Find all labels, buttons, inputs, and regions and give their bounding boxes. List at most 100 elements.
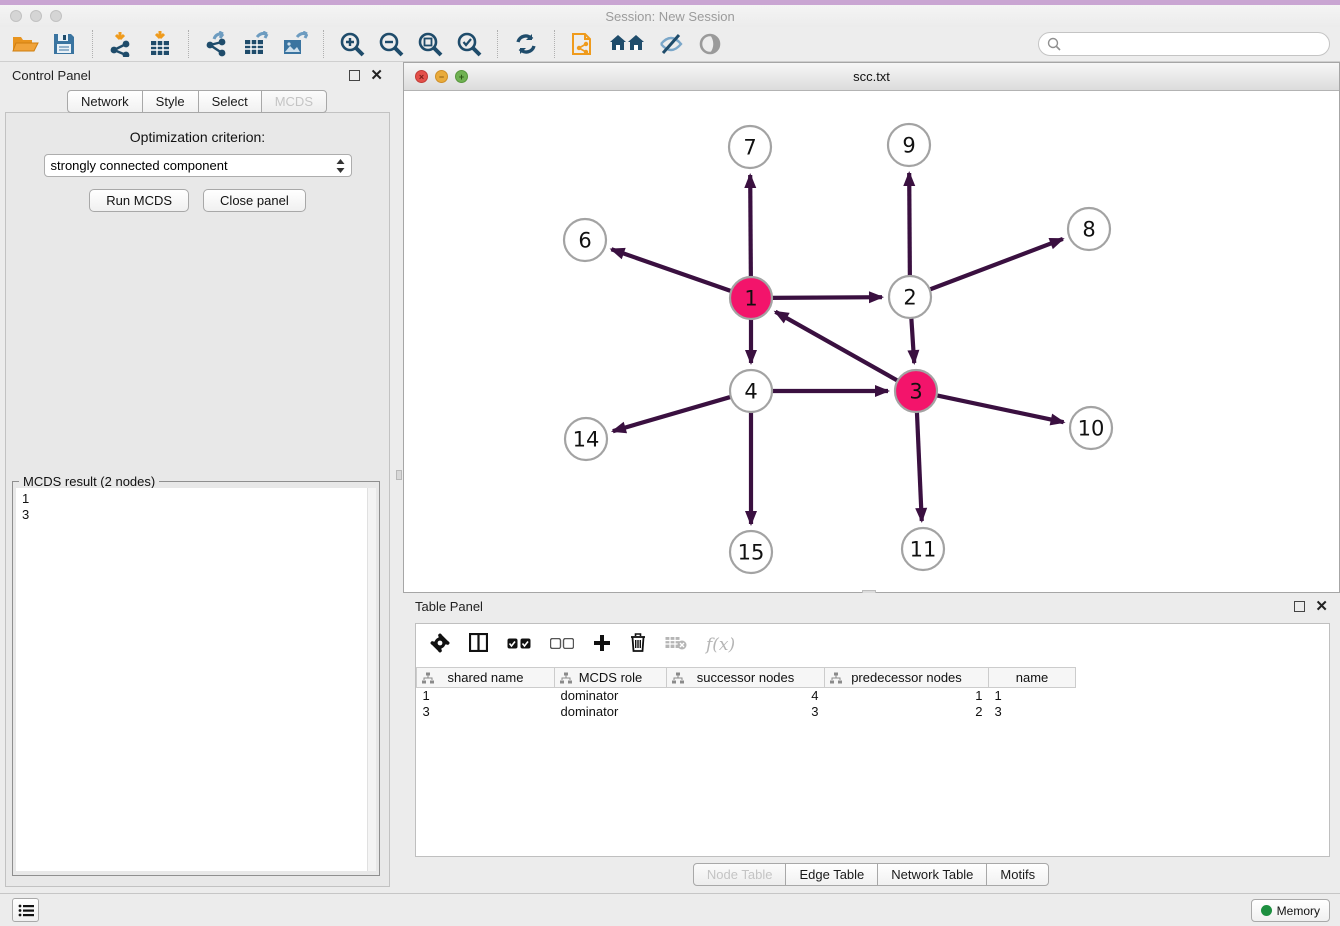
edge-2-9[interactable] <box>909 173 910 278</box>
table-cell[interactable]: 3 <box>417 704 555 720</box>
network-view-titlebar[interactable]: × − + scc.txt <box>404 63 1339 91</box>
run-mcds-button[interactable]: Run MCDS <box>89 189 189 212</box>
close-window-button[interactable] <box>10 10 22 22</box>
add-row-icon[interactable] <box>593 634 611 657</box>
new-network-from-selection-icon[interactable] <box>568 29 598 59</box>
network-canvas[interactable]: 7968124314101511 <box>404 91 1339 592</box>
zoom-out-icon[interactable] <box>376 29 406 59</box>
zoom-in-icon[interactable] <box>337 29 367 59</box>
delete-table-icon[interactable] <box>665 636 687 655</box>
tab-network-table[interactable]: Network Table <box>877 863 987 886</box>
column-header-successor-nodes[interactable]: successor nodes <box>667 668 825 688</box>
memory-button[interactable]: Memory <box>1251 899 1330 922</box>
float-table-panel-icon[interactable] <box>1294 601 1305 612</box>
import-table-icon[interactable] <box>145 29 175 59</box>
first-neighbors-icon[interactable] <box>607 29 647 59</box>
table-cell[interactable]: 1 <box>825 688 989 704</box>
edge-1-2[interactable] <box>770 297 882 298</box>
minimize-window-button[interactable] <box>30 10 42 22</box>
show-all-icon[interactable] <box>695 29 725 59</box>
hide-selected-icon[interactable] <box>656 29 686 59</box>
column-header-MCDS-role[interactable]: MCDS role <box>555 668 667 688</box>
save-session-icon[interactable] <box>49 29 79 59</box>
edge-3-11[interactable] <box>917 410 922 521</box>
float-panel-icon[interactable] <box>349 70 360 81</box>
function-builder-icon[interactable]: f(x) <box>706 635 735 655</box>
mcds-result-text[interactable]: 1 3 <box>16 488 376 871</box>
table-cell[interactable]: dominator <box>555 688 667 704</box>
settings-icon[interactable] <box>430 633 450 658</box>
zoom-selected-icon[interactable] <box>454 29 484 59</box>
table-cell[interactable]: dominator <box>555 704 667 720</box>
panel-splitter[interactable] <box>395 62 403 893</box>
column-header-predecessor-nodes[interactable]: predecessor nodes <box>825 668 989 688</box>
import-network-icon[interactable] <box>106 29 136 59</box>
export-image-icon[interactable] <box>280 29 310 59</box>
edge-1-6[interactable] <box>611 249 733 291</box>
deselect-all-icon[interactable] <box>550 636 574 654</box>
network-minimize-button[interactable]: − <box>435 70 448 83</box>
tab-style[interactable]: Style <box>142 90 199 113</box>
toolbar-separator <box>188 30 189 58</box>
window-title: Session: New Session <box>0 9 1340 24</box>
splitter-handle[interactable] <box>396 470 402 480</box>
edge-3-1[interactable] <box>775 312 899 382</box>
export-table-icon[interactable] <box>241 29 271 59</box>
graph-node-label-15: 15 <box>738 541 765 565</box>
tab-select[interactable]: Select <box>198 90 262 113</box>
table-tabs: Node Table Edge Table Network Table Moti… <box>403 863 1340 886</box>
tab-edge-table[interactable]: Edge Table <box>785 863 878 886</box>
optimization-criterion-select[interactable]: strongly connected component <box>44 154 352 177</box>
edge-4-14[interactable] <box>613 396 733 431</box>
toolbar-search[interactable] <box>1038 32 1330 56</box>
network-close-button[interactable]: × <box>415 70 428 83</box>
table-cell[interactable]: 2 <box>825 704 989 720</box>
edge-2-3[interactable] <box>911 316 914 363</box>
tab-mcds[interactable]: MCDS <box>261 90 327 113</box>
open-session-icon[interactable] <box>10 29 40 59</box>
tab-motifs[interactable]: Motifs <box>986 863 1049 886</box>
zoom-fit-icon[interactable] <box>415 29 445 59</box>
mcds-result-title: MCDS result (2 nodes) <box>19 474 159 489</box>
close-panel-button[interactable]: Close panel <box>203 189 306 212</box>
tab-node-table[interactable]: Node Table <box>693 863 787 886</box>
graph-node-label-4: 4 <box>744 380 757 404</box>
tab-network[interactable]: Network <box>67 90 143 113</box>
network-maximize-button[interactable]: + <box>455 70 468 83</box>
search-input[interactable] <box>1066 37 1321 52</box>
table-row[interactable]: 3dominator323 <box>417 704 1076 720</box>
window-controls[interactable] <box>10 10 62 22</box>
refresh-icon[interactable] <box>511 29 541 59</box>
close-table-panel-icon[interactable]: ✕ <box>1315 601 1328 612</box>
table-cell[interactable]: 4 <box>667 688 825 704</box>
task-history-button[interactable] <box>12 898 39 922</box>
select-all-icon[interactable] <box>507 636 531 654</box>
zoom-window-button[interactable] <box>50 10 62 22</box>
toolbar-separator <box>554 30 555 58</box>
app-window: Session: New Session <box>0 0 1340 926</box>
delete-row-icon[interactable] <box>630 633 646 657</box>
network-graph[interactable]: 7968124314101511 <box>404 91 1339 592</box>
edge-2-8[interactable] <box>928 239 1063 290</box>
network-view-window: × − + scc.txt 7968124314101511 <box>403 62 1340 593</box>
export-network-icon[interactable] <box>202 29 232 59</box>
graph-node-label-3: 3 <box>909 380 922 404</box>
control-panel: Control Panel ✕ Network Style Select MCD… <box>0 62 395 893</box>
edge-3-10[interactable] <box>935 395 1064 422</box>
control-panel-tabs: Network Style Select MCDS <box>0 90 395 113</box>
table-cell[interactable]: 3 <box>989 704 1076 720</box>
table-cell[interactable]: 1 <box>989 688 1076 704</box>
table-row[interactable]: 1dominator411 <box>417 688 1076 704</box>
toolbar-separator <box>92 30 93 58</box>
edge-1-7[interactable] <box>750 175 751 279</box>
mcds-result-scrollbar[interactable] <box>367 488 376 871</box>
table-cell[interactable]: 1 <box>417 688 555 704</box>
node-table[interactable]: shared nameMCDS rolesuccessor nodesprede… <box>416 667 1076 720</box>
column-header-shared-name[interactable]: shared name <box>417 668 555 688</box>
column-header-name[interactable]: name <box>989 668 1076 688</box>
mcds-panel: Optimization criterion: strongly connect… <box>5 112 390 887</box>
close-panel-icon[interactable]: ✕ <box>370 70 383 81</box>
split-view-icon[interactable] <box>469 633 488 657</box>
table-cell[interactable]: 3 <box>667 704 825 720</box>
node-table-container: f(x) shared nameMCDS rolesuccessor nodes… <box>415 623 1330 857</box>
